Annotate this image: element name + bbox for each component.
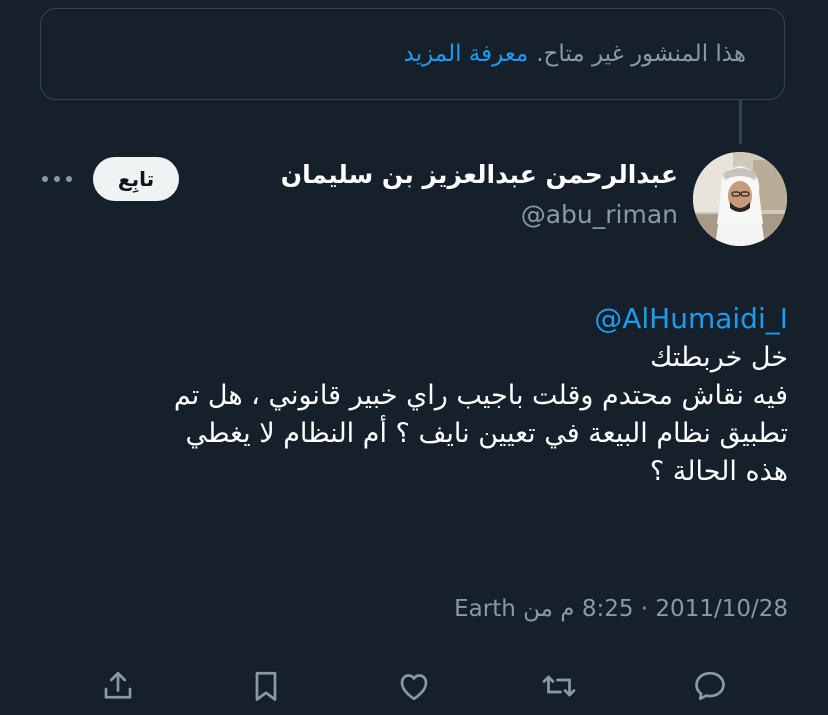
tweet-line: فيه نقاش محتدم وقلت باجيب راي خبير قانون…: [173, 380, 788, 411]
tweet-meta: 2011/10/28 · 8:25 م من Earth: [454, 596, 788, 622]
avatar-image: [693, 152, 787, 246]
unavailable-post-notice: هذا المنشور غير متاح. معرفة المزيد: [40, 8, 785, 100]
heart-icon[interactable]: [396, 668, 432, 704]
tweet-line: تطبيق نظام البيعة في تعيين نايف ؟ أم الن…: [185, 418, 788, 449]
tweet-line: خل خربطتك: [650, 342, 788, 373]
avatar[interactable]: [693, 152, 787, 246]
tweet-source: من Earth: [454, 596, 553, 622]
tweet-date[interactable]: 2011/10/28: [655, 596, 788, 622]
tweet-text: @AlHumaidi_I خل خربطتك فيه نقاش محتدم وق…: [28, 300, 788, 491]
unavailable-message: هذا المنشور غير متاح.: [536, 41, 746, 67]
retweet-icon[interactable]: [541, 668, 577, 704]
share-icon[interactable]: [100, 668, 136, 704]
bookmark-icon[interactable]: [248, 668, 284, 704]
learn-more-link[interactable]: معرفة المزيد: [404, 41, 529, 67]
tweet-line: هذه الحالة ؟: [649, 456, 788, 487]
author-display-name[interactable]: عبدالرحمن عبدالعزيز بن سليمان: [281, 160, 678, 189]
thread-connector-line: [739, 100, 742, 144]
mention-link[interactable]: @AlHumaidi_I: [594, 300, 788, 338]
more-horizontal-icon[interactable]: [40, 166, 74, 192]
author-handle[interactable]: @abu_riman: [521, 200, 678, 229]
reply-icon[interactable]: [692, 668, 728, 704]
meta-separator: ·: [640, 596, 649, 622]
follow-button[interactable]: تابِع: [93, 157, 179, 201]
action-bar: [0, 662, 828, 710]
tweet-time[interactable]: 8:25 م: [560, 596, 633, 622]
